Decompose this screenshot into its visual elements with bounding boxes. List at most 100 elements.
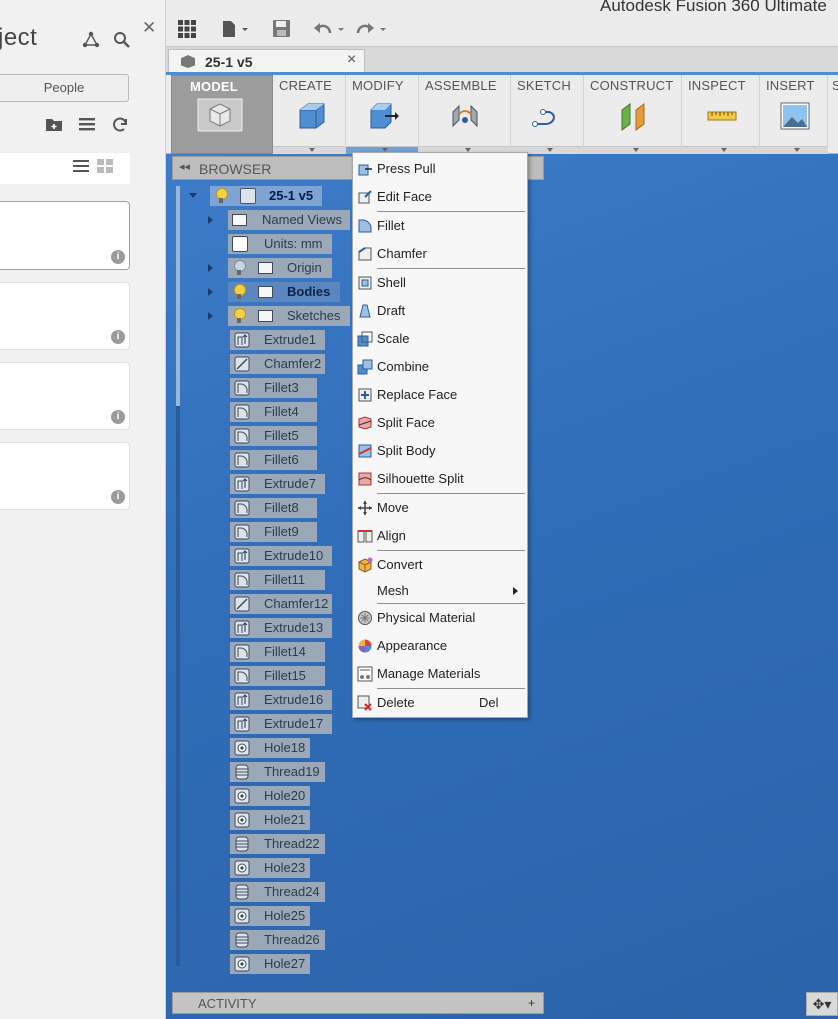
save-icon[interactable] xyxy=(273,20,290,42)
insert-dropdown-arrow[interactable] xyxy=(760,146,827,154)
timeline-feature[interactable]: Hole20 xyxy=(230,786,310,806)
design-card[interactable]: i xyxy=(0,362,130,430)
expand-arrow-icon[interactable] xyxy=(208,216,213,224)
design-card[interactable]: i xyxy=(0,442,130,510)
timeline-feature[interactable]: Fillet5 xyxy=(230,426,317,446)
timeline-feature[interactable]: Fillet14 xyxy=(230,642,325,662)
inspect-dropdown-arrow[interactable] xyxy=(682,146,759,154)
undo-icon[interactable] xyxy=(312,20,346,42)
timeline-feature[interactable]: Hole18 xyxy=(230,738,310,758)
visibility-bulb-icon[interactable] xyxy=(233,308,246,324)
timeline-feature[interactable]: Hole25 xyxy=(230,906,310,926)
grid-icon[interactable] xyxy=(178,20,196,42)
more-menu[interactable]: S xyxy=(828,75,838,154)
timeline-feature[interactable]: Extrude10 xyxy=(230,546,332,566)
tree-root[interactable]: 25-1 v5 xyxy=(210,186,322,206)
workspace-switcher[interactable]: MODEL xyxy=(171,75,273,154)
list-view-icon[interactable] xyxy=(77,116,97,136)
construct-menu[interactable]: CONSTRUCT xyxy=(584,75,682,154)
new-folder-icon[interactable] xyxy=(44,116,64,136)
menu-item-edit-face[interactable]: Edit Face xyxy=(353,184,527,210)
visibility-bulb-icon[interactable] xyxy=(233,260,246,276)
inspect-menu[interactable]: INSPECT xyxy=(682,75,760,154)
timeline-feature[interactable]: Thread26 xyxy=(230,930,325,950)
sketch-menu[interactable]: SKETCH xyxy=(511,75,584,154)
menu-item-split-face[interactable]: Split Face xyxy=(353,410,527,436)
tree-units[interactable]: Units: mm xyxy=(228,234,332,254)
collapse-root-arrow[interactable] xyxy=(189,193,197,198)
menu-item-combine[interactable]: Combine xyxy=(353,354,527,380)
timeline-feature[interactable]: Hole27 xyxy=(230,954,310,974)
document-tab[interactable]: 25-1 v5 × xyxy=(168,49,365,73)
info-icon[interactable]: i xyxy=(111,250,125,264)
menu-item-silhouette-split[interactable]: Silhouette Split xyxy=(353,466,527,492)
menu-item-align[interactable]: Align xyxy=(353,523,527,549)
tree-folder-origin[interactable]: Origin xyxy=(228,258,332,278)
menu-item-appearance[interactable]: Appearance xyxy=(353,633,527,659)
menu-item-delete[interactable]: Delete Del xyxy=(353,690,527,716)
browser-scrollbar[interactable] xyxy=(176,186,180,966)
refresh-icon[interactable] xyxy=(110,116,130,136)
menu-item-split-body[interactable]: Split Body xyxy=(353,438,527,464)
menu-item-manage-materials[interactable]: Manage Materials xyxy=(353,661,527,687)
create-dropdown-arrow[interactable] xyxy=(273,146,345,154)
timeline-feature[interactable]: Fillet15 xyxy=(230,666,325,686)
close-tab-icon[interactable]: × xyxy=(347,51,356,69)
timeline-feature[interactable]: Chamfer12 xyxy=(230,594,332,614)
timeline-feature[interactable]: Fillet4 xyxy=(230,402,317,422)
activity-bar[interactable]: ACTIVITY + xyxy=(172,992,544,1014)
tree-folder-sketches[interactable]: Sketches xyxy=(228,306,350,326)
timeline-feature[interactable]: Extrude16 xyxy=(230,690,332,710)
timeline-feature[interactable]: Hole21 xyxy=(230,810,310,830)
menu-item-replace-face[interactable]: Replace Face xyxy=(353,382,527,408)
menu-item-convert[interactable]: Convert xyxy=(353,552,527,578)
grid-view-toggle-icon[interactable] xyxy=(95,159,115,179)
menu-item-fillet[interactable]: Fillet xyxy=(353,213,527,239)
menu-item-press-pull[interactable]: Press Pull xyxy=(353,156,527,182)
expand-arrow-icon[interactable] xyxy=(208,312,213,320)
expand-activity-icon[interactable]: + xyxy=(528,996,535,1010)
menu-item-mesh[interactable]: Mesh xyxy=(353,578,527,604)
timeline-feature[interactable]: Thread22 xyxy=(230,834,325,854)
redo-icon[interactable] xyxy=(356,20,390,42)
assemble-menu[interactable]: ASSEMBLE xyxy=(419,75,511,154)
timeline-feature[interactable]: Extrude1 xyxy=(230,330,325,350)
share-icon[interactable] xyxy=(81,31,101,51)
tree-folder-bodies[interactable]: Bodies xyxy=(228,282,340,302)
menu-item-draft[interactable]: Draft xyxy=(353,298,527,324)
timeline-feature[interactable]: Extrude17 xyxy=(230,714,332,734)
menu-item-physical-material[interactable]: Physical Material xyxy=(353,605,527,631)
expand-arrow-icon[interactable] xyxy=(208,264,213,272)
timeline-feature[interactable]: Extrude13 xyxy=(230,618,332,638)
visibility-bulb-icon[interactable] xyxy=(215,188,228,204)
timeline-feature[interactable]: Thread24 xyxy=(230,882,325,902)
create-menu[interactable]: CREATE xyxy=(273,75,346,154)
collapse-browser-icon[interactable]: ◂◂ xyxy=(179,160,190,173)
navigation-orbit-icon[interactable]: ✥▾ xyxy=(806,992,838,1016)
list-view-toggle-icon[interactable] xyxy=(71,159,91,179)
timeline-feature[interactable]: Hole23 xyxy=(230,858,310,878)
info-icon[interactable]: i xyxy=(111,410,125,424)
visibility-bulb-icon[interactable] xyxy=(233,284,246,300)
file-icon[interactable] xyxy=(222,20,250,42)
timeline-feature[interactable]: Thread19 xyxy=(230,762,325,782)
menu-item-shell[interactable]: Shell xyxy=(353,270,527,296)
timeline-feature[interactable]: Fillet6 xyxy=(230,450,317,470)
menu-item-move[interactable]: Move xyxy=(353,495,527,521)
timeline-feature[interactable]: Chamfer2 xyxy=(230,354,325,374)
design-card[interactable]: i xyxy=(0,282,130,350)
timeline-feature[interactable]: Fillet9 xyxy=(230,522,317,542)
expand-arrow-icon[interactable] xyxy=(208,288,213,296)
browser-scroll-thumb[interactable] xyxy=(176,186,180,406)
timeline-feature[interactable]: Fillet8 xyxy=(230,498,317,518)
timeline-feature[interactable]: Fillet3 xyxy=(230,378,317,398)
people-button[interactable]: People xyxy=(0,74,129,102)
close-panel-icon[interactable]: ✕ xyxy=(142,18,156,38)
construct-dropdown-arrow[interactable] xyxy=(584,146,681,154)
tree-folder-named-views[interactable]: Named Views xyxy=(228,210,350,230)
modify-menu-button[interactable]: MODIFY xyxy=(346,75,419,154)
menu-item-chamfer[interactable]: Chamfer xyxy=(353,241,527,267)
search-icon[interactable] xyxy=(112,31,132,51)
insert-menu[interactable]: INSERT xyxy=(760,75,828,154)
timeline-feature[interactable]: Extrude7 xyxy=(230,474,325,494)
